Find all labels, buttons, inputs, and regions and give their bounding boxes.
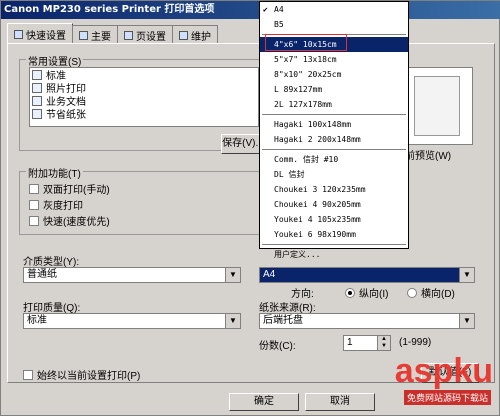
checkbox-box[interactable]: [29, 199, 39, 210]
media-type-select[interactable]: 普通纸 ▼: [23, 267, 241, 283]
main-icon: [79, 30, 88, 40]
tab-strip: 快速设置 主要 页设置 维护: [7, 23, 218, 44]
dropdown-item[interactable]: 用户定义...: [260, 247, 408, 262]
ok-button[interactable]: 确定: [229, 393, 299, 411]
dropdown-item[interactable]: 8"x10" 20x25cm: [260, 67, 408, 82]
tab-maintenance[interactable]: 维护: [172, 25, 218, 44]
stepper-arrows-icon[interactable]: ▲ ▼: [377, 336, 390, 350]
paper-size-select[interactable]: A4 ▼: [259, 267, 475, 283]
divider: [262, 149, 406, 150]
orientation-label: 方向:: [291, 289, 314, 300]
paper-source-label: 纸张来源(R):: [259, 303, 316, 314]
dropdown-item[interactable]: B5: [260, 17, 408, 32]
tab-page-setup[interactable]: 页设置: [117, 25, 173, 44]
checkbox-box[interactable]: [29, 215, 39, 226]
watermark-logo: aspku: [394, 352, 493, 390]
dropdown-item[interactable]: Hagaki 2 200x148mm: [260, 132, 408, 147]
paper-source-select[interactable]: 后端托盘 ▼: [259, 313, 475, 329]
dropdown-item[interactable]: Youkei 6 98x190mm: [260, 227, 408, 242]
fast-checkbox[interactable]: 快速(速度优先): [29, 213, 110, 228]
copies-range: (1-999): [399, 337, 432, 348]
portrait-radio[interactable]: 纵向(I): [345, 285, 388, 300]
duplex-checkbox[interactable]: 双面打印(手动): [29, 181, 110, 196]
chevron-down-icon[interactable]: ▼: [225, 314, 240, 328]
maintenance-icon: [179, 30, 188, 40]
tab-quick-setup[interactable]: 快速设置: [7, 23, 73, 44]
dropdown-item[interactable]: 2L 127x178mm: [260, 97, 408, 112]
copies-stepper[interactable]: 1 ▲ ▼: [343, 335, 391, 351]
print-quality-select[interactable]: 标准 ▼: [23, 313, 241, 329]
watermark-subtitle: 免费网站源码下载站: [403, 390, 491, 405]
window-title: Canon MP230 series Printer 打印首选项: [1, 1, 500, 19]
dropdown-item[interactable]: Youkei 4 105x235mm: [260, 212, 408, 227]
chevron-down-icon[interactable]: ▼: [459, 314, 474, 328]
dropdown-item[interactable]: 5"x7" 13x18cm: [260, 52, 408, 67]
list-item[interactable]: 节省纸张: [30, 107, 258, 121]
quick-setup-icon: [14, 29, 23, 39]
dropdown-item[interactable]: A4: [260, 2, 408, 17]
preview-sheet: [414, 76, 460, 136]
copies-label: 份数(C):: [259, 341, 296, 352]
dropdown-item[interactable]: DL 信封: [260, 167, 408, 182]
radio-button[interactable]: [345, 287, 355, 298]
dropdown-item[interactable]: Choukei 4 90x205mm: [260, 197, 408, 212]
landscape-radio[interactable]: 横向(D): [407, 285, 455, 300]
dropdown-item[interactable]: Hagaki 100x148mm: [260, 117, 408, 132]
print-quality-label: 打印质量(Q):: [23, 303, 81, 314]
document-icon: [32, 95, 42, 106]
tab-main[interactable]: 主要: [72, 25, 118, 44]
paper-saving-icon: [32, 108, 42, 119]
common-settings-list[interactable]: 标准 照片打印 业务文档 节省纸张: [29, 67, 259, 127]
dropdown-item[interactable]: L 89x127mm: [260, 82, 408, 97]
photo-icon: [32, 82, 42, 93]
common-settings-label: 常用设置(S): [26, 53, 84, 68]
divider: [262, 114, 406, 115]
divider: [262, 244, 406, 245]
always-print-checkbox[interactable]: 始终以当前设置打印(P): [23, 367, 140, 382]
highlight-annotation: [265, 34, 347, 51]
grayscale-checkbox[interactable]: 灰度打印: [29, 197, 83, 212]
printer-preferences-window: Canon MP230 series Printer 打印首选项 快速设置 主要…: [0, 0, 500, 416]
page-setup-icon: [124, 30, 133, 40]
chevron-down-icon[interactable]: ▼: [225, 268, 240, 282]
additional-features-label: 附加功能(T): [26, 165, 83, 180]
paper-preview: [403, 67, 473, 145]
chevron-down-icon[interactable]: ▼: [459, 268, 474, 282]
preview-label: 前预览(W): [405, 151, 452, 162]
checkbox-box[interactable]: [23, 369, 33, 380]
standard-icon: [32, 69, 42, 80]
cancel-button[interactable]: 取消: [305, 393, 375, 411]
radio-button[interactable]: [407, 287, 417, 298]
dropdown-item[interactable]: Choukei 3 120x235mm: [260, 182, 408, 197]
media-type-label: 介质类型(Y):: [23, 257, 80, 268]
dropdown-item[interactable]: Comm. 信封 #10: [260, 152, 408, 167]
checkbox-box[interactable]: [29, 183, 39, 194]
